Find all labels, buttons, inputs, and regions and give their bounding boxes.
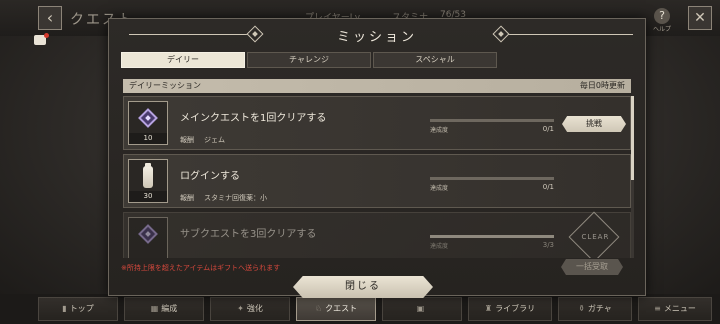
progress-value: 0/1 [542, 183, 554, 191]
help-icon: ? [654, 8, 670, 24]
mission-title: サブクエストを3回クリアする [180, 229, 317, 240]
reward-slot [128, 217, 168, 258]
tab-challenge[interactable]: チャレンジ [247, 52, 371, 68]
nav-shop[interactable]: ▣ [382, 297, 462, 321]
reward-quantity: 30 [129, 191, 167, 202]
nav-formation[interactable]: ▦ 編成 [124, 297, 204, 321]
screen-close-button[interactable]: ✕ [688, 6, 712, 30]
bottom-nav: ▮ トップ ▦ 編成 ✦ 強化 ♘ クエスト ▣ ♜ ライブラリ ⚱ ガチャ ≡ メニュー [0, 294, 720, 324]
reward-quantity: 10 [129, 133, 167, 144]
mission-dialog: ミッション デイリー チャレンジ スペシャル デイリーミッション 毎日0時更新 … [108, 18, 646, 296]
notification-icon[interactable] [34, 33, 49, 47]
nav-upgrade[interactable]: ✦ 強化 [210, 297, 290, 321]
mission-item: 10 メインクエストを1回クリアする 報酬 ジェム 達成度 0/1 挑戦 [123, 96, 631, 150]
mission-tabs: デイリー チャレンジ スペシャル [121, 52, 631, 68]
nav-top[interactable]: ▮ トップ [38, 297, 118, 321]
progress-value: 0/1 [542, 125, 554, 133]
help-button[interactable]: ? ヘルプ [652, 8, 672, 36]
bulk-receive-button[interactable]: 一括受取 [561, 259, 623, 275]
stamina-potion-icon [139, 163, 157, 188]
mission-item-cleared: サブクエストを3回クリアする 達成度 3/3 CLEAR [123, 211, 631, 258]
reward-label: 報酬 [180, 136, 194, 144]
progress-label: 達成度 [430, 243, 449, 250]
quest-icon: ♘ [314, 304, 323, 313]
reward-label: 報酬 [180, 194, 194, 202]
arrow-left-icon: ‹ [46, 8, 54, 27]
home-icon: ▮ [62, 304, 67, 313]
team-icon: ▦ [150, 304, 159, 313]
gacha-icon: ⚱ [578, 304, 585, 313]
reset-time: 毎日0時更新 [579, 81, 625, 90]
progress-bar [430, 235, 554, 238]
progress-bar [430, 177, 554, 180]
section-header: デイリーミッション 毎日0時更新 [123, 79, 631, 93]
progress-value: 3/3 [542, 241, 554, 249]
dialog-header: ミッション [109, 19, 645, 49]
overflow-notice: ※所持上限を超えたアイテムはギフトへ送られます [121, 264, 281, 272]
scrollbar-thumb[interactable] [631, 96, 634, 180]
scrollbar[interactable] [631, 96, 634, 258]
challenge-button[interactable]: 挑戦 [562, 116, 626, 132]
reward-name: スタミナ回復薬：小 [204, 194, 267, 202]
nav-library[interactable]: ♜ ライブラリ [468, 297, 552, 321]
clear-label: CLEAR [581, 233, 610, 241]
mission-title: メインクエストを1回クリアする [180, 113, 327, 124]
clear-stamp: CLEAR [568, 211, 620, 258]
upgrade-icon: ✦ [237, 304, 244, 313]
close-button[interactable]: 閉じる [293, 276, 433, 298]
gem-icon [138, 224, 158, 246]
notification-badge [44, 33, 49, 38]
mission-title: ログインする [180, 171, 240, 182]
nav-menu[interactable]: ≡ メニュー [638, 297, 712, 321]
tab-special[interactable]: スペシャル [373, 52, 497, 68]
progress-label: 達成度 [430, 127, 449, 134]
back-button[interactable]: ‹ [38, 6, 62, 30]
help-label: ヘルプ [652, 26, 671, 33]
section-title: デイリーミッション [129, 81, 201, 90]
library-icon: ♜ [484, 304, 493, 313]
nav-gacha[interactable]: ⚱ ガチャ [558, 297, 632, 321]
dialog-title: ミッション [336, 30, 417, 45]
mission-item: 30 ログインする 報酬 スタミナ回復薬：小 達成度 0/1 [123, 154, 631, 208]
gem-icon [138, 108, 158, 130]
reward-slot: 30 [128, 159, 168, 203]
close-icon: ✕ [694, 10, 706, 26]
tab-daily[interactable]: デイリー [121, 52, 245, 68]
reward-name: ジェム [204, 136, 225, 144]
shop-icon: ▣ [416, 304, 425, 313]
nav-quest[interactable]: ♘ クエスト [296, 297, 376, 321]
mission-list[interactable]: 10 メインクエストを1回クリアする 報酬 ジェム 達成度 0/1 挑戦 30 … [123, 96, 631, 258]
progress-bar [430, 119, 554, 122]
progress-label: 達成度 [430, 185, 449, 192]
reward-slot: 10 [128, 101, 168, 145]
menu-icon: ≡ [654, 304, 661, 313]
